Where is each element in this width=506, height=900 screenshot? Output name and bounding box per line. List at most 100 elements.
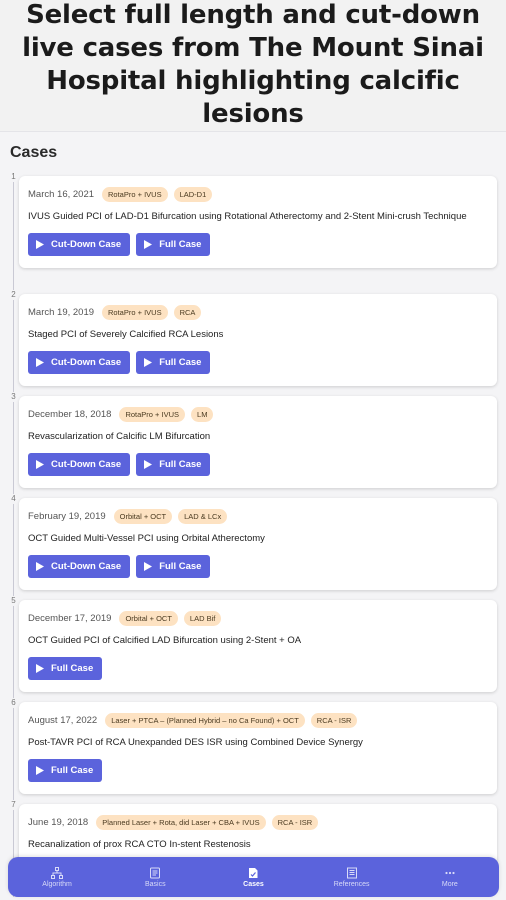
- play-icon: [144, 562, 153, 571]
- case-buttons: Cut-Down Case Full Case: [28, 351, 488, 374]
- case-number: 6: [9, 698, 18, 708]
- case-meta: June 19, 2018 Planned Laser + Rota, did L…: [28, 814, 488, 830]
- full-case-button[interactable]: Full Case: [136, 453, 211, 476]
- more-icon: [445, 871, 455, 874]
- case-title: OCT Guided PCI of Calcified LAD Bifurcat…: [28, 635, 302, 646]
- case-tag: RotaPro + IVUS: [102, 186, 168, 202]
- play-icon: [144, 240, 153, 249]
- case-tag: LAD & LCx: [178, 508, 228, 524]
- case-title: Staged PCI of Severely Calcified RCA Les…: [28, 329, 224, 340]
- play-icon: [36, 766, 44, 775]
- play-icon: [144, 460, 153, 469]
- case-card: December 17, 2019 Orbital + OCT LAD Bif OCT…: [19, 600, 497, 692]
- case-tag: Planned Laser + Rota, did Laser + CBA + …: [96, 814, 266, 830]
- cut-down-case-button[interactable]: Cut-Down Case: [28, 351, 131, 374]
- case-number: 7: [9, 800, 18, 810]
- nav-item-basics[interactable]: Basics: [110, 867, 200, 888]
- button-label: Cut-Down Case: [51, 239, 122, 250]
- case-meta: February 19, 2019 Orbital + OCT LAD & LCx: [28, 508, 488, 524]
- case-number: 5: [9, 596, 18, 606]
- case-buttons: Cut-Down Case Full Case: [28, 555, 488, 578]
- case-number: 2: [9, 290, 18, 300]
- case-tag: RotaPro + IVUS: [102, 304, 168, 320]
- case-item: 2 March 19, 2019 RotaPro + IVUS RCA Staged P…: [0, 290, 506, 400]
- button-label: Cut-Down Case: [51, 459, 122, 470]
- case-meta: December 18, 2018 RotaPro + IVUS LM: [28, 406, 488, 422]
- nav-label: References: [333, 880, 370, 888]
- play-icon: [144, 358, 153, 367]
- case-tag: Laser + PTCA – (Planned Hybrid – no Ca F…: [105, 712, 305, 728]
- case-title: OCT Guided Multi-Vessel PCI using Orbita…: [28, 533, 265, 544]
- case-number: 3: [9, 392, 18, 402]
- app-screen: Cases 1 March 16, 2021 RotaPro + IVUS LAD-D…: [0, 131, 506, 900]
- button-label: Full Case: [159, 561, 202, 572]
- case-meta: December 17, 2019 Orbital + OCT LAD Bif: [28, 610, 488, 626]
- case-item: 3 December 18, 2018 RotaPro + IVUS LM Revasc…: [0, 392, 506, 502]
- case-buttons: Full Case: [28, 657, 488, 680]
- cut-down-case-button[interactable]: Cut-Down Case: [28, 233, 131, 256]
- cut-down-case-button[interactable]: Cut-Down Case: [28, 555, 131, 578]
- case-card: March 16, 2021 RotaPro + IVUS LAD-D1 IVUS G…: [19, 176, 497, 268]
- case-item: 5 December 17, 2019 Orbital + OCT LAD Bif OC…: [0, 596, 506, 706]
- promo-header: Select full length and cut-down live cas…: [0, 0, 506, 130]
- case-item: 4 February 19, 2019 Orbital + OCT LAD & LCx…: [0, 494, 506, 604]
- button-label: Full Case: [51, 765, 94, 776]
- case-date: December 17, 2019: [28, 612, 112, 624]
- play-icon: [36, 562, 44, 571]
- button-label: Cut-Down Case: [51, 561, 122, 572]
- full-case-button[interactable]: Full Case: [136, 555, 211, 578]
- button-label: Full Case: [159, 239, 202, 250]
- case-meta: August 17, 2022 Laser + PTCA – (Planned H…: [28, 712, 488, 728]
- cut-down-case-button[interactable]: Cut-Down Case: [28, 453, 131, 476]
- case-tag: RCA - ISR: [271, 814, 319, 830]
- case-buttons: Cut-Down Case Full Case: [28, 233, 488, 256]
- case-tag: Orbital + OCT: [113, 508, 173, 524]
- full-case-button[interactable]: Full Case: [28, 657, 103, 680]
- nav-item-more[interactable]: More: [405, 867, 495, 888]
- case-tag: RCA: [173, 304, 202, 320]
- case-buttons: Cut-Down Case Full Case: [28, 453, 488, 476]
- nav-item-algorithm[interactable]: Algorithm: [12, 866, 102, 888]
- case-card: February 19, 2019 Orbital + OCT LAD & LCx O…: [19, 498, 497, 590]
- case-item: 1 March 16, 2021 RotaPro + IVUS LAD-D1 IVUS …: [0, 172, 506, 282]
- case-card: August 17, 2022 Laser + PTCA – (Planned H…: [19, 702, 497, 794]
- play-icon: [36, 240, 44, 249]
- case-tag: LAD-D1: [173, 186, 213, 202]
- full-case-button[interactable]: Full Case: [28, 759, 103, 782]
- basics-icon: [150, 867, 161, 878]
- case-buttons: Full Case: [28, 759, 488, 782]
- nav-item-cases[interactable]: Cases: [208, 867, 298, 888]
- promo-title: Select full length and cut-down live cas…: [22, 0, 484, 129]
- case-meta: March 16, 2021 RotaPro + IVUS LAD-D1: [28, 186, 488, 202]
- nav-label: More: [441, 880, 458, 888]
- nav-label: Cases: [243, 880, 264, 888]
- case-number: 4: [9, 494, 18, 504]
- case-card: December 18, 2018 RotaPro + IVUS LM Revascu…: [19, 396, 497, 488]
- section-title: Cases: [10, 144, 58, 161]
- case-date: March 16, 2021: [28, 188, 95, 200]
- play-icon: [36, 460, 44, 469]
- button-label: Full Case: [51, 663, 94, 674]
- case-tag: LM: [191, 406, 214, 422]
- nav-item-references[interactable]: References: [307, 867, 397, 888]
- case-item: 6 August 17, 2022 Laser + PTCA – (Planned …: [0, 698, 506, 808]
- full-case-button[interactable]: Full Case: [136, 351, 211, 374]
- case-number: 1: [9, 172, 18, 182]
- algorithm-icon: [51, 866, 64, 879]
- case-date: August 17, 2022: [28, 714, 98, 726]
- button-label: Full Case: [159, 357, 202, 368]
- play-icon: [36, 358, 44, 367]
- nav-label: Algorithm: [42, 880, 72, 888]
- case-date: February 19, 2019: [28, 510, 106, 522]
- cases-icon: [249, 867, 258, 878]
- case-date: December 18, 2018: [28, 408, 112, 420]
- button-label: Cut-Down Case: [51, 357, 122, 368]
- case-meta: March 19, 2019 RotaPro + IVUS RCA: [28, 304, 488, 320]
- case-tag: RCA - ISR: [310, 712, 358, 728]
- full-case-button[interactable]: Full Case: [136, 233, 211, 256]
- case-title: Revascularization of Calcific LM Bifurca…: [28, 431, 211, 442]
- bottom-navigation: Algorithm Basics Cases References More: [8, 857, 499, 897]
- case-title: Recanalization of prox RCA CTO In-stent …: [28, 839, 251, 850]
- case-date: March 19, 2019: [28, 306, 95, 318]
- button-label: Full Case: [159, 459, 202, 470]
